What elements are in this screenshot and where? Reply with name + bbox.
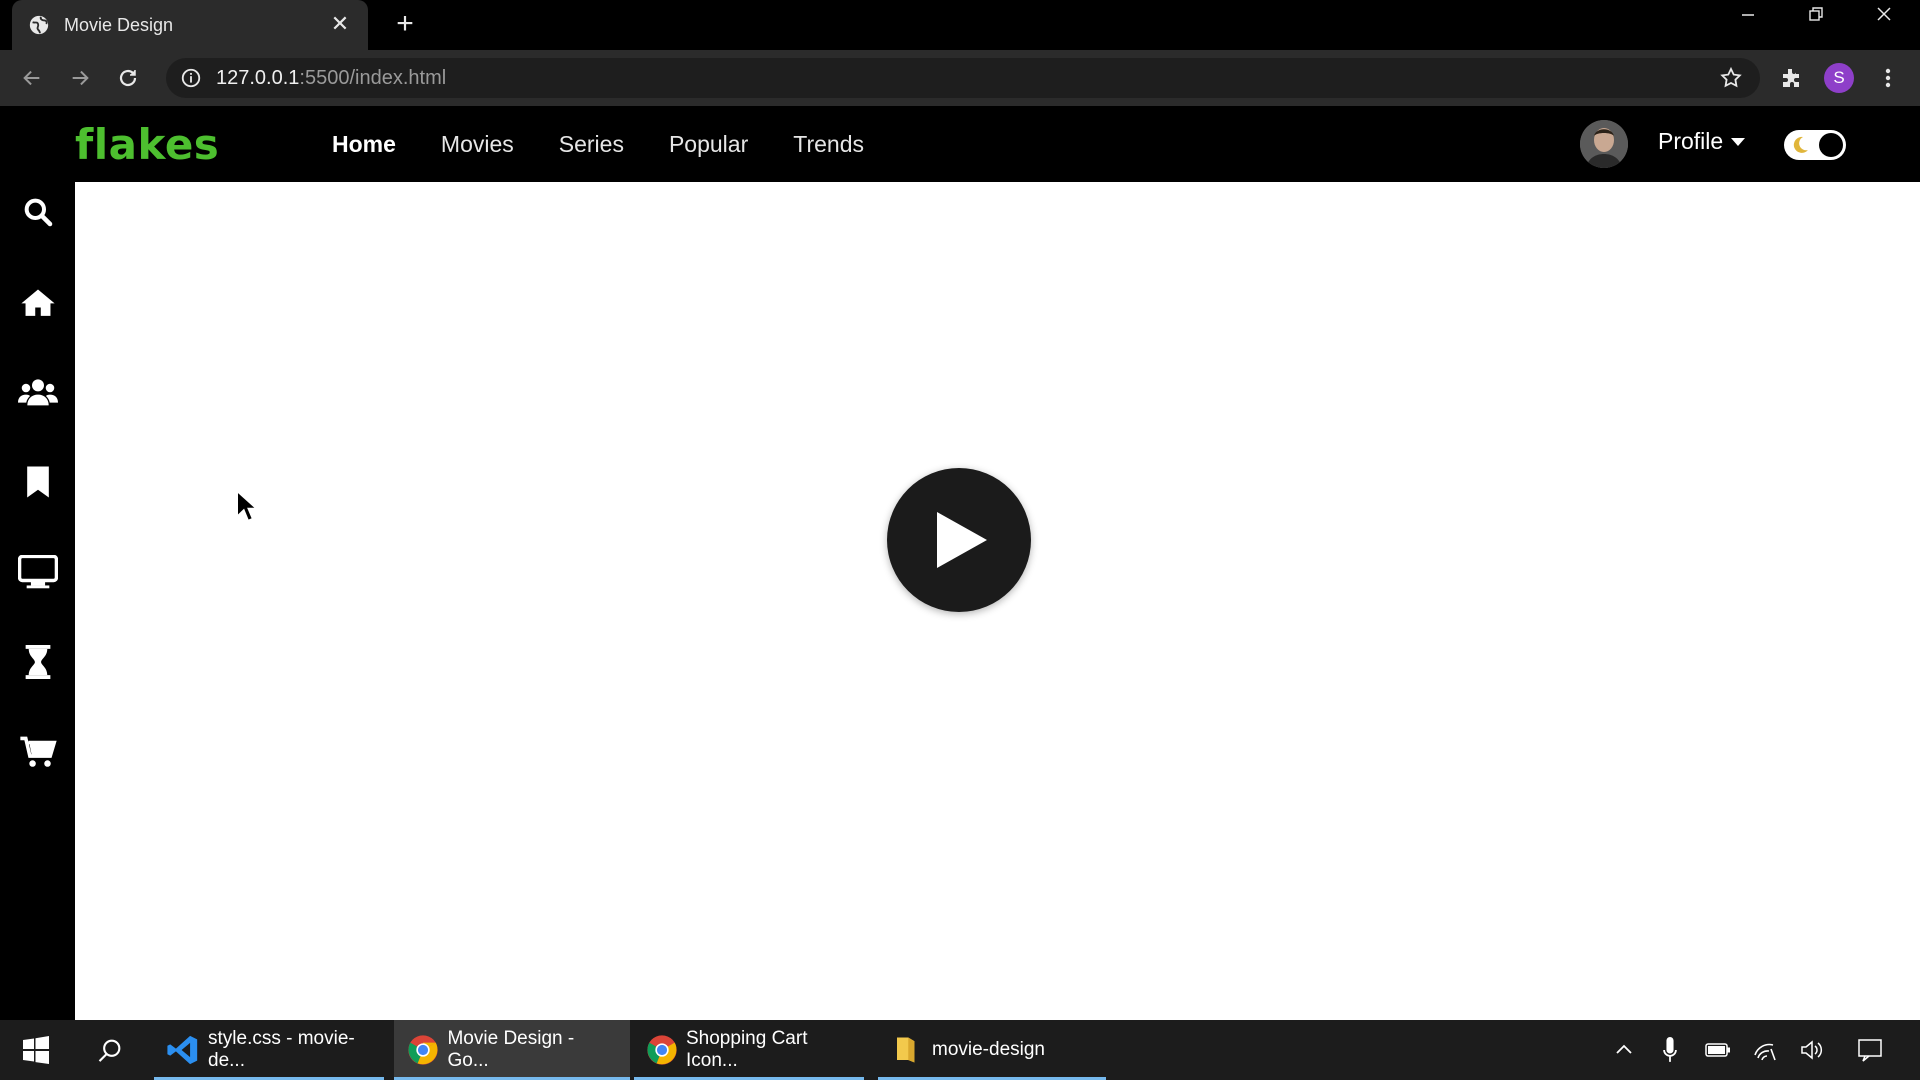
taskbar-item-chrome-movie-design[interactable]: Movie Design - Go... [394,1020,630,1080]
restore-icon[interactable] [1796,6,1836,36]
home-icon[interactable] [18,282,58,322]
start-button[interactable] [14,1020,58,1080]
profile-label: Profile [1658,128,1724,154]
more-menu-icon[interactable] [1872,62,1904,94]
mouse-cursor-icon [236,490,257,522]
taskbar-item-label: Movie Design - Go... [447,1028,575,1071]
bookmark-star-icon[interactable] [1715,62,1747,94]
search-icon[interactable] [18,192,58,232]
site-logo[interactable]: flakes [75,120,219,169]
microphone-icon[interactable] [1656,1036,1684,1064]
reload-icon[interactable] [112,62,144,94]
browser-profile-button[interactable]: S [1823,62,1855,94]
browser-toolbar: 127.0.0.1:5500/index.html S [0,50,1920,106]
theme-toggle[interactable] [1784,130,1846,160]
forward-arrow-icon[interactable] [64,62,96,94]
url-path: :5500/index.html [299,66,447,89]
os-taskbar: style.css - movie-de... Movie Design - G… [0,1020,1920,1080]
caret-down-icon [1731,137,1746,146]
taskbar-item-label: Shopping Cart Icon... [686,1028,808,1071]
main-content [75,182,1920,1020]
menu-item-home[interactable]: Home [332,131,396,158]
menu-item-popular[interactable]: Popular [669,131,748,158]
moon-icon [1793,136,1808,153]
chevron-up-icon[interactable] [1610,1036,1638,1064]
profile-avatar[interactable] [1580,120,1628,168]
menu-item-movies[interactable]: Movies [441,131,514,158]
globe-icon [29,15,49,35]
users-icon[interactable] [18,372,58,412]
browser-tabstrip: Movie Design ✕ + [0,0,1920,50]
profile-initial-avatar: S [1824,63,1854,93]
sidebar [0,182,75,1020]
menu-item-series[interactable]: Series [559,131,624,158]
taskbar-item-chrome-shopping-cart[interactable]: Shopping Cart Icon... [634,1020,864,1080]
tv-icon[interactable] [18,552,58,592]
cart-icon[interactable] [18,732,58,772]
taskbar-item-label: style.css - movie-de... [208,1028,355,1071]
toggle-knob [1819,133,1843,157]
close-window-icon[interactable] [1864,6,1904,36]
taskbar-item-label: movie-design [932,1039,1045,1060]
menu-item-trends[interactable]: Trends [793,131,864,158]
battery-icon[interactable] [1704,1036,1732,1064]
close-tab-icon[interactable]: ✕ [328,13,352,37]
address-bar[interactable]: 127.0.0.1:5500/index.html [166,58,1760,98]
play-button[interactable] [887,468,1031,612]
new-tab-icon[interactable]: + [390,9,420,40]
bookmark-icon[interactable] [18,462,58,502]
screen: Movie Design ✕ + 127.0.0.1:5500/index.ht… [0,0,1920,1080]
main-menu: Home Movies Series Popular Trends [332,106,909,182]
chrome-icon [406,1033,439,1067]
info-icon[interactable] [180,67,202,89]
extensions-icon[interactable] [1775,62,1807,94]
vscode-icon [166,1033,200,1067]
volume-icon[interactable] [1798,1036,1826,1064]
hourglass-icon[interactable] [18,642,58,682]
notification-icon[interactable] [1856,1036,1884,1064]
play-icon [937,512,987,568]
profile-dropdown[interactable]: Profile [1658,128,1746,155]
site-navbar: flakes Home Movies Series Popular Trends… [0,106,1920,182]
back-arrow-icon[interactable] [16,62,48,94]
tab-title: Movie Design [64,14,174,35]
wifi-icon[interactable] [1752,1036,1780,1064]
folder-icon [890,1033,924,1067]
minimize-icon[interactable] [1728,6,1768,36]
windows-logo-icon [23,1036,49,1064]
taskbar-item-vscode[interactable]: style.css - movie-de... [154,1020,384,1080]
url-host: 127.0.0.1 [216,66,300,89]
browser-tab[interactable]: Movie Design ✕ [12,0,368,50]
taskbar-search-icon[interactable] [88,1020,132,1080]
chrome-icon [646,1033,678,1067]
taskbar-item-folder[interactable]: movie-design [878,1020,1106,1080]
